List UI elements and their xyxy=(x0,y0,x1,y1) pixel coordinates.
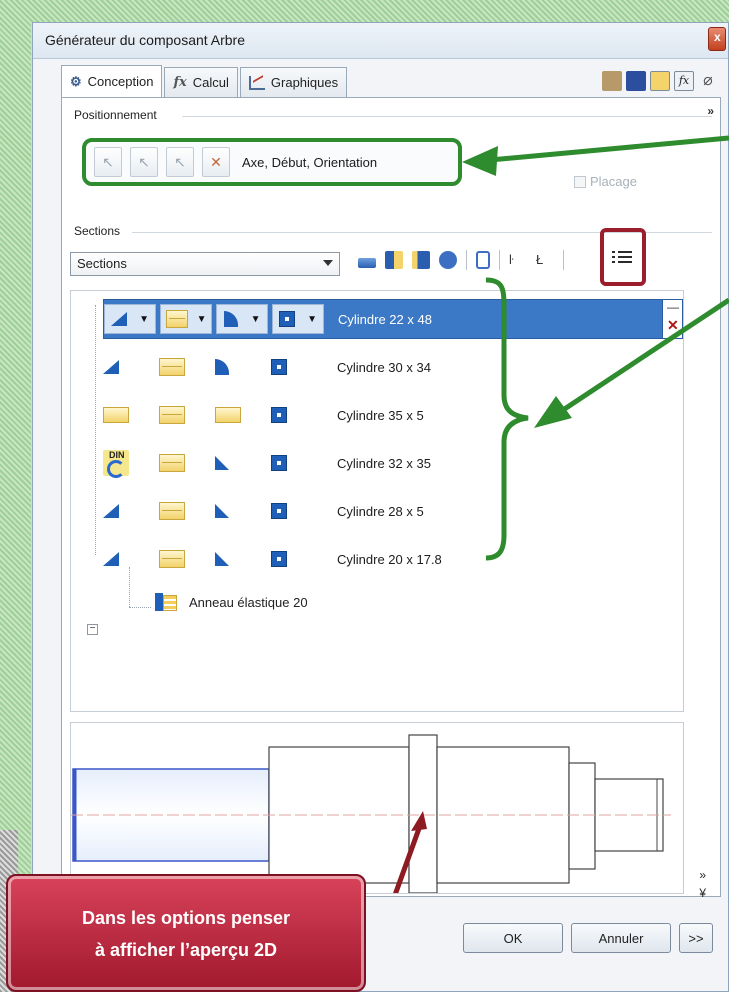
annotation-arrowhead xyxy=(534,396,572,428)
tip-callout: Dans les options penser à afficher l’ape… xyxy=(6,874,366,992)
annotation-arrow xyxy=(558,297,729,415)
annotation-overlay xyxy=(462,135,729,561)
annotation-arrowhead xyxy=(462,146,498,176)
callout-line-1: Dans les options penser xyxy=(81,908,291,928)
annotation-arrow xyxy=(489,135,729,163)
callout-line-2: à afficher l’aperçu 2D xyxy=(94,940,278,960)
green-brace xyxy=(485,277,529,561)
